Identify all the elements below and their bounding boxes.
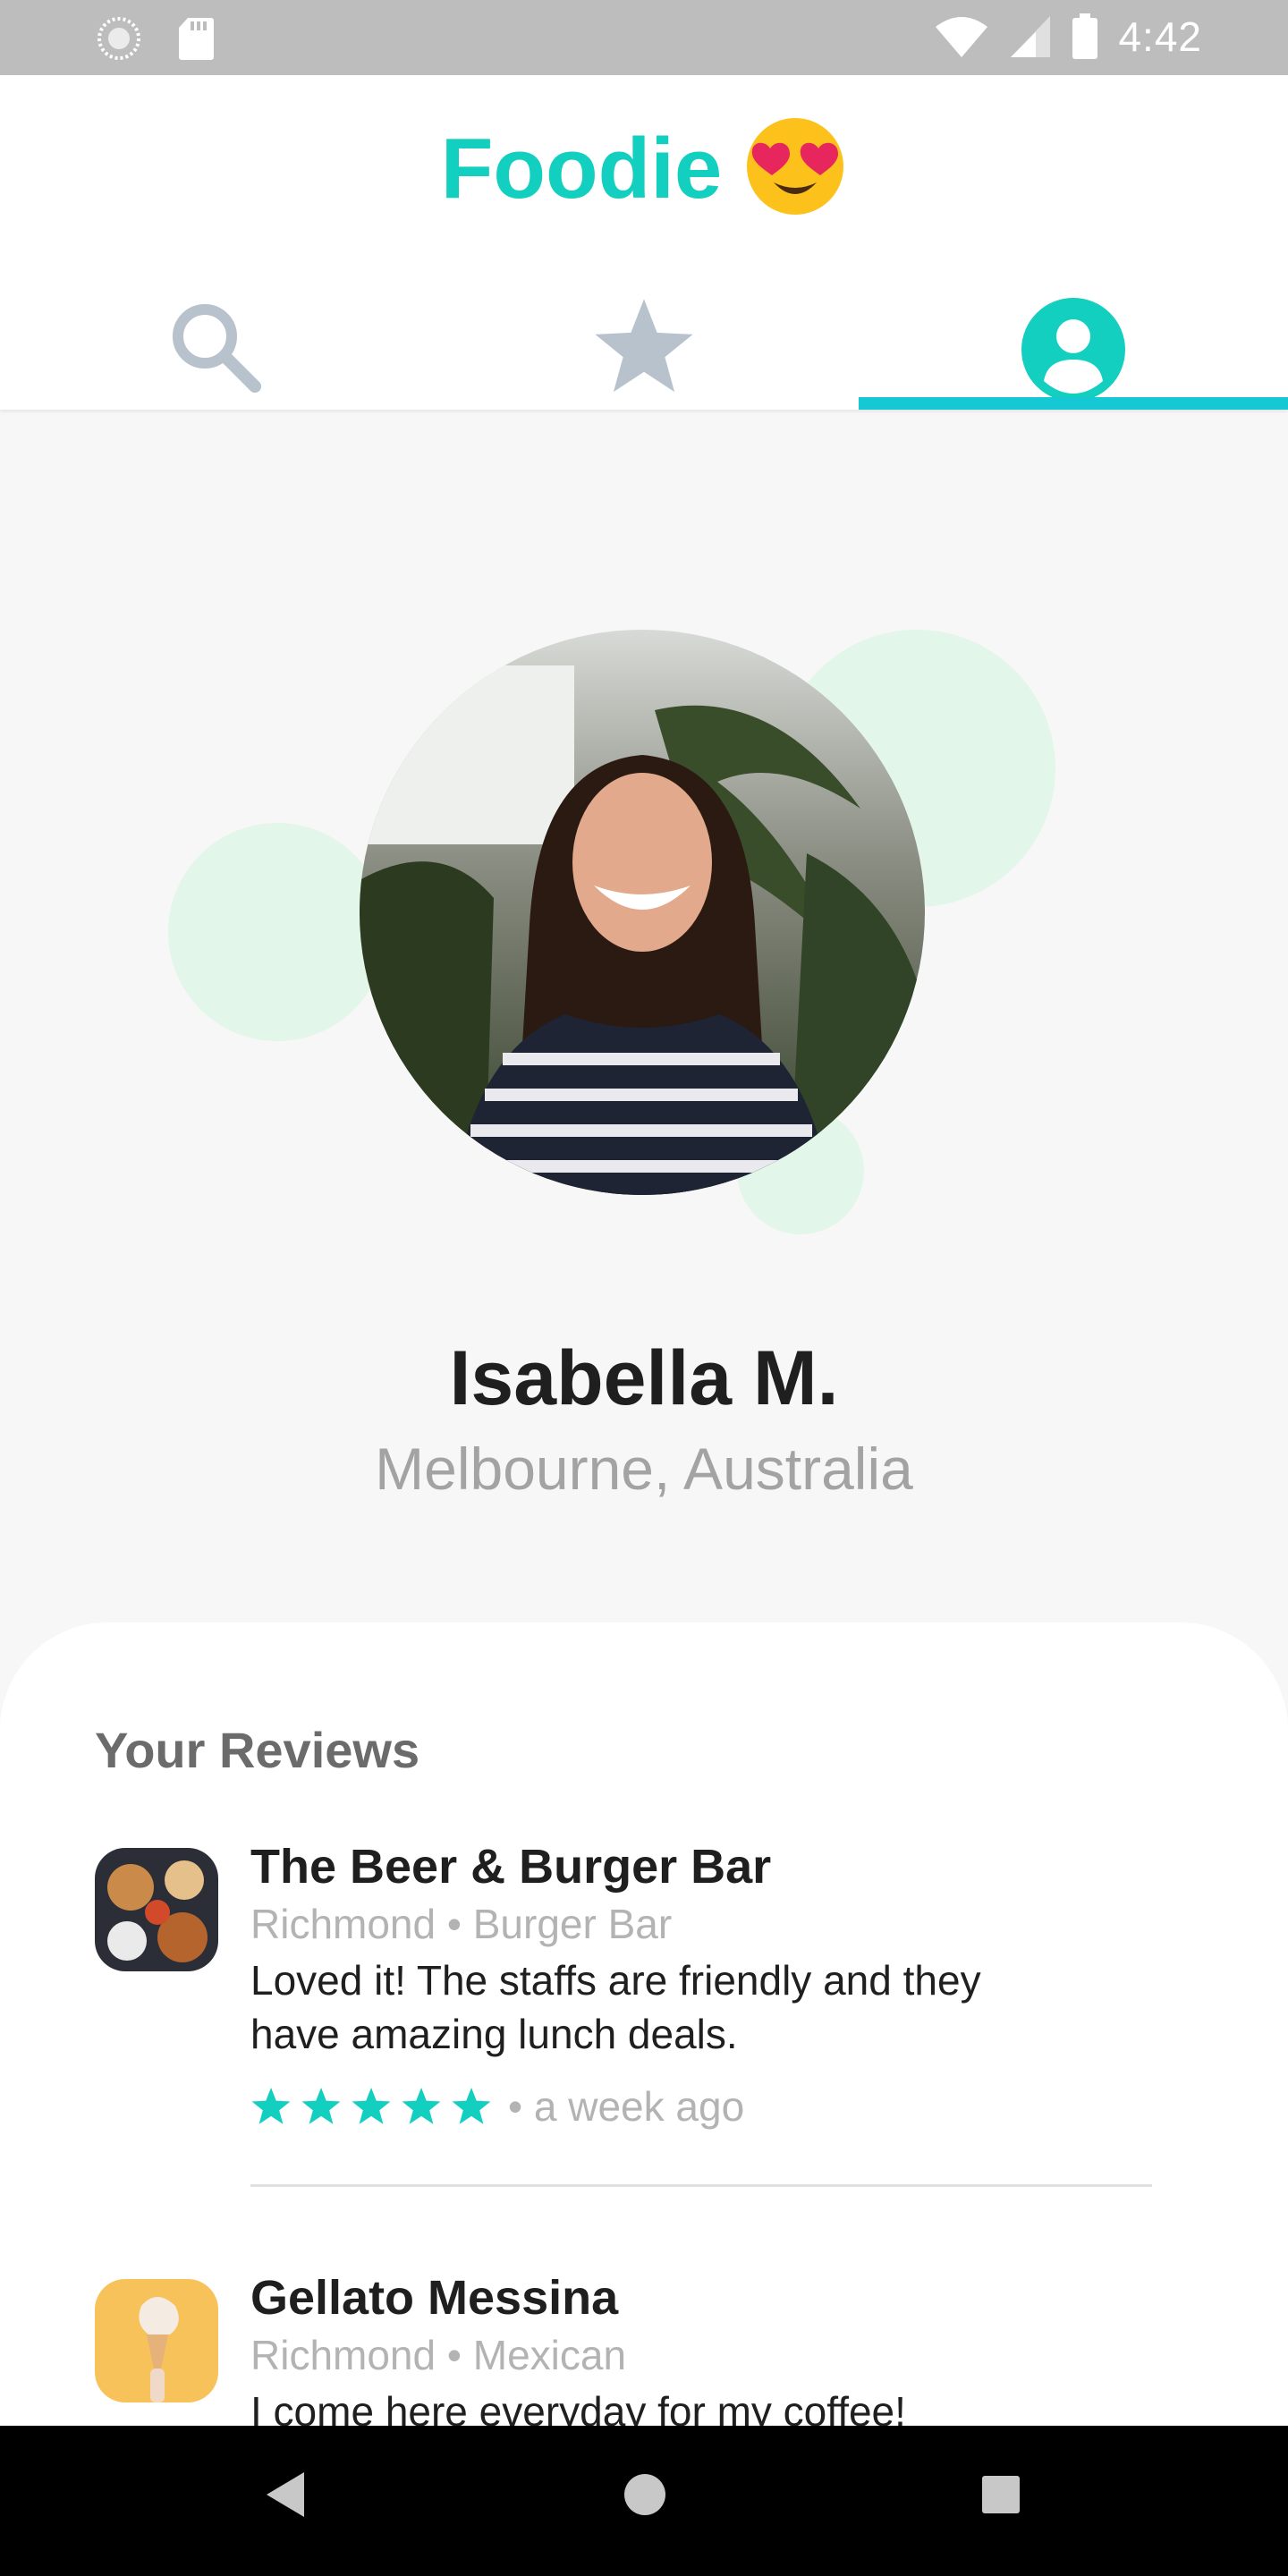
review-meta: Richmond • Mexican bbox=[250, 2332, 627, 2378]
review-text: Loved it! The staffs are friendly and th… bbox=[250, 1953, 1145, 2061]
review-footer: • a week ago bbox=[250, 2082, 1145, 2131]
avatar[interactable] bbox=[360, 630, 925, 1195]
review-body: Gellato Messina Richmond • Mexican I com… bbox=[250, 2267, 1145, 2428]
restaurant-thumbnail bbox=[95, 1848, 218, 1971]
search-icon bbox=[173, 304, 261, 393]
system-nav-bar bbox=[0, 2426, 1288, 2576]
profile-location: Melbourne, Australia bbox=[375, 1436, 913, 1502]
reviews-card: Your Reviews The Beer & Burger Bar Richm… bbox=[0, 1623, 1288, 2428]
review-text-line: have amazing lunch deals. bbox=[250, 2011, 738, 2057]
sync-icon bbox=[97, 17, 140, 60]
tab-favorites[interactable] bbox=[429, 270, 859, 410]
status-time: 4:42 bbox=[1118, 13, 1202, 60]
restaurant-thumbnail bbox=[95, 2279, 218, 2402]
star-icon bbox=[402, 2087, 441, 2124]
tab-profile[interactable] bbox=[859, 270, 1288, 410]
star-icon bbox=[452, 2087, 491, 2124]
avatar-photo bbox=[360, 630, 925, 1195]
app-header: Foodie bbox=[0, 75, 1288, 410]
review-meta: Richmond • Burger Bar bbox=[250, 1901, 673, 1947]
review-divider bbox=[250, 2184, 1152, 2187]
home-icon[interactable] bbox=[623, 2470, 667, 2519]
signal-icon bbox=[1011, 16, 1051, 57]
review-text-line: I come here everyday for my coffee! bbox=[250, 2388, 906, 2428]
tab-search[interactable] bbox=[0, 270, 429, 410]
tab-bar bbox=[0, 270, 1288, 410]
app-brand: Foodie bbox=[0, 113, 1288, 237]
review-age: • a week ago bbox=[508, 2083, 745, 2130]
review-restaurant-name: Gellato Messina bbox=[250, 2271, 619, 2325]
decor-bubble bbox=[168, 823, 386, 1041]
sd-card-icon bbox=[179, 18, 214, 60]
review-body: The Beer & Burger Bar Richmond • Burger … bbox=[250, 1835, 1145, 2131]
star-icon bbox=[301, 2087, 341, 2124]
active-tab-indicator bbox=[859, 397, 1288, 410]
recents-icon[interactable] bbox=[980, 2470, 1021, 2519]
profile-name: Isabella M. bbox=[449, 1335, 839, 1421]
battery-icon bbox=[1072, 13, 1098, 59]
review-restaurant-name: The Beer & Burger Bar bbox=[250, 1840, 772, 1894]
reviews-title: Your Reviews bbox=[95, 1722, 420, 1778]
heart-eyes-emoji-icon bbox=[743, 113, 847, 237]
star-icon bbox=[352, 2087, 391, 2124]
star-icon bbox=[251, 2087, 291, 2124]
app-title: Foodie bbox=[440, 120, 723, 216]
back-icon[interactable] bbox=[265, 2470, 306, 2519]
profile-icon bbox=[1021, 298, 1125, 402]
review-text-line: Loved it! The staffs are friendly and th… bbox=[250, 1957, 981, 2004]
status-bar: 4:42 bbox=[0, 0, 1288, 75]
review-text: I come here everyday for my coffee! bbox=[250, 2385, 1145, 2428]
review-rating bbox=[250, 2087, 492, 2126]
profile-section: Isabella M. Melbourne, Australia bbox=[0, 410, 1288, 1635]
star-icon bbox=[595, 299, 693, 393]
wifi-icon bbox=[936, 17, 988, 57]
